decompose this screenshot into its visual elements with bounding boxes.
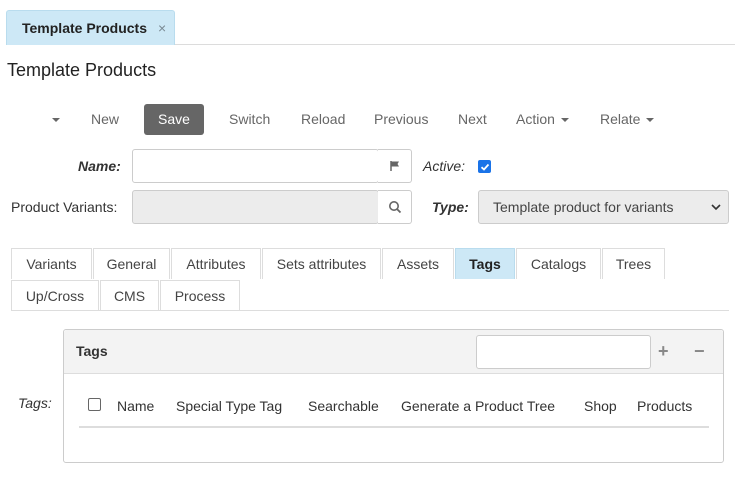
tab-attributes[interactable]: Attributes (171, 248, 261, 279)
flag-icon (389, 161, 399, 171)
tab-assets[interactable]: Assets (382, 248, 454, 279)
tags-table-header: Name Special Type Tag Searchable Generat… (79, 396, 709, 428)
column-header-name[interactable]: Name (117, 398, 154, 414)
new-button[interactable]: New (91, 104, 119, 135)
name-input[interactable] (132, 149, 379, 183)
caret-down-icon (560, 118, 569, 123)
column-header-special-type-tag[interactable]: Special Type Tag (176, 398, 282, 414)
active-label: Active: (423, 158, 466, 174)
action-dropdown-button[interactable]: Action (516, 104, 569, 135)
column-header-generate-product-tree[interactable]: Generate a Product Tree (401, 398, 555, 414)
tab-sets-attributes[interactable]: Sets attributes (262, 248, 381, 279)
close-icon[interactable]: × (158, 20, 166, 36)
action-label: Action (516, 111, 555, 127)
relate-label: Relate (600, 111, 641, 127)
caret-down-icon (646, 118, 655, 123)
tags-panel-header: Tags + − (64, 330, 723, 374)
chevron-down-icon (711, 204, 721, 211)
product-variants-label: Product Variants: (11, 199, 118, 215)
tabs-divider (11, 310, 729, 311)
column-header-shop[interactable]: Shop (584, 398, 617, 414)
reload-button[interactable]: Reload (301, 104, 345, 135)
column-header-products[interactable]: Products (637, 398, 692, 414)
page-title: Template Products (7, 60, 157, 80)
translate-flag-button[interactable] (378, 149, 412, 183)
tab-catalogs[interactable]: Catalogs (516, 248, 601, 279)
add-tag-button[interactable]: + (658, 340, 669, 362)
tags-panel: Tags + − Name Special Type Tag Searchabl… (63, 329, 724, 463)
type-select[interactable]: Template product for variants (478, 190, 729, 224)
name-label: Name: (78, 158, 121, 174)
save-button[interactable]: Save (144, 104, 204, 135)
document-tab-label: Template Products (22, 20, 147, 36)
tab-up-cross[interactable]: Up/Cross (11, 280, 99, 311)
search-icon (388, 201, 401, 214)
document-tab-bar: Template Products × (6, 10, 735, 45)
tab-variants[interactable]: Variants (11, 248, 92, 279)
tags-field-label: Tags: (18, 395, 52, 411)
tags-panel-title: Tags (76, 343, 108, 359)
type-selected-value: Template product for variants (493, 199, 674, 215)
select-all-checkbox[interactable] (88, 398, 101, 411)
tab-tags[interactable]: Tags (455, 248, 515, 279)
active-checkbox[interactable] (478, 160, 491, 173)
remove-tag-button[interactable]: − (694, 340, 705, 362)
type-label: Type: (432, 199, 469, 215)
caret-down-icon (52, 118, 60, 123)
switch-button[interactable]: Switch (229, 104, 270, 135)
product-variants-input[interactable] (132, 190, 379, 224)
more-dropdown-button[interactable] (52, 104, 62, 135)
next-button[interactable]: Next (458, 104, 487, 135)
tab-process[interactable]: Process (160, 280, 240, 311)
column-header-searchable[interactable]: Searchable (308, 398, 379, 414)
previous-button[interactable]: Previous (374, 104, 428, 135)
checkmark-icon (480, 163, 489, 171)
tab-general[interactable]: General (93, 248, 170, 279)
toolbar: New Save Switch Reload Previous Next Act… (0, 104, 737, 135)
tags-search-input[interactable] (476, 335, 651, 369)
product-variants-search-button[interactable] (378, 190, 412, 224)
relate-dropdown-button[interactable]: Relate (600, 104, 655, 135)
tab-trees[interactable]: Trees (602, 248, 665, 279)
tab-cms[interactable]: CMS (100, 280, 159, 311)
document-tab-template-products[interactable]: Template Products × (6, 10, 175, 45)
